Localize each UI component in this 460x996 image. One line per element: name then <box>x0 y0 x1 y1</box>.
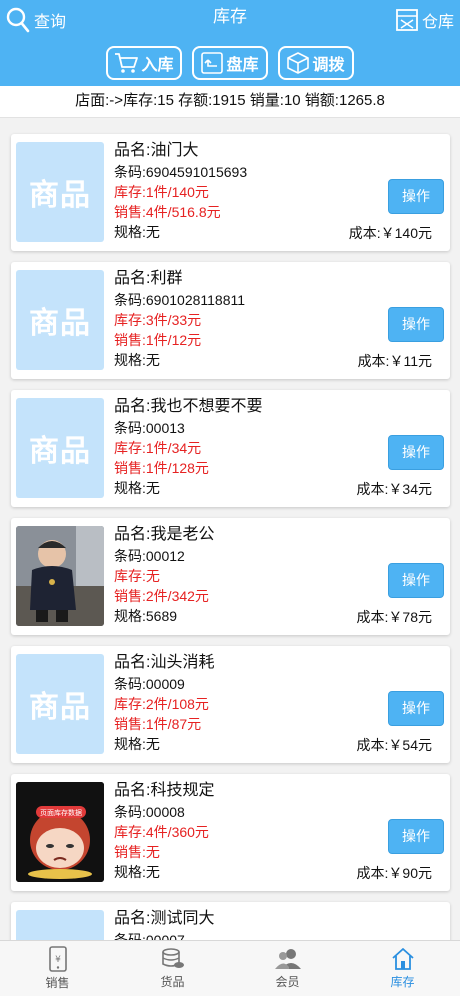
inventory-summary: 店面:->库存:15 存额:1915 销量:10 销额:1265.8 <box>0 86 460 118</box>
return-icon <box>201 52 224 74</box>
tab-sales[interactable]: ¥ 销售 <box>0 941 115 996</box>
tab-inventory-label: 库存 <box>390 975 415 989</box>
stock-in-label: 入库 <box>141 57 174 74</box>
box-icon <box>287 52 310 74</box>
action-button[interactable]: 操作 <box>388 307 444 342</box>
action-button[interactable]: 操作 <box>388 179 444 214</box>
product-photo-cartoon: 页面库存数据 <box>16 782 104 882</box>
tab-goods-label: 货品 <box>160 975 185 989</box>
action-button[interactable]: 操作 <box>388 563 444 598</box>
product-card[interactable]: 商品 品名:利群 条码:6901028118811 库存:3件/33元 销售:1… <box>11 262 450 379</box>
product-name: 品名:油门大 <box>114 142 199 159</box>
product-card[interactable]: 商品 品名:测试同大 条码:00007 <box>11 902 450 940</box>
action-button[interactable]: 操作 <box>388 819 444 854</box>
placeholder-text: 商品 <box>29 435 91 468</box>
product-name: 品名:利群 <box>114 270 183 287</box>
inventory-label: 盘库 <box>226 57 259 74</box>
product-cost: 成本:￥78元 <box>356 609 432 625</box>
stock-in-button[interactable]: 入库 <box>106 46 182 80</box>
product-cost: 成本:￥11元 <box>357 353 432 369</box>
product-placeholder-image: 商品 <box>16 910 104 940</box>
product-placeholder-image: 商品 <box>16 654 104 754</box>
tab-members[interactable]: 会员 <box>230 941 345 996</box>
page-title: 库存 <box>213 7 247 26</box>
placeholder-text: 商品 <box>29 691 91 724</box>
product-card[interactable]: 商品 品名:油门大 条码:6904591015693 库存:1件/140元 销售… <box>11 134 450 251</box>
product-name: 品名:测试同大 <box>114 910 215 927</box>
cartoon-photo-image: 页面库存数据 <box>16 782 104 882</box>
product-name: 品名:我也不想要不要 <box>114 398 263 415</box>
tab-goods[interactable]: 货品 <box>115 941 230 996</box>
action-button[interactable]: 操作 <box>388 691 444 726</box>
product-card[interactable]: 品名:我是老公 条码:00012 库存:无 销售:2件/342元 规格:5689… <box>11 518 450 635</box>
product-name: 品名:汕头消耗 <box>114 654 215 671</box>
inventory-button[interactable]: 盘库 <box>192 46 268 80</box>
product-barcode: 条码:00007 <box>114 932 185 940</box>
bottom-tab-bar: ¥ 销售 货品 会员 库存 <box>0 940 460 996</box>
top-header: 查询 库存 仓库 入库 盘库 调拨 <box>0 0 460 86</box>
cart-icon <box>115 53 139 73</box>
home-icon <box>391 948 414 970</box>
product-name: 品名:科技规定 <box>114 782 215 799</box>
product-placeholder-image: 商品 <box>16 142 104 242</box>
placeholder-text: 商品 <box>29 179 91 212</box>
members-icon <box>274 949 301 969</box>
tab-inventory[interactable]: 库存 <box>345 941 460 996</box>
child-photo-image <box>16 526 104 626</box>
product-photo-child <box>16 526 104 626</box>
product-placeholder-image: 商品 <box>16 398 104 498</box>
product-card[interactable]: 商品 品名:汕头消耗 条码:00009 库存:2件/108元 销售:1件/87元… <box>11 646 450 763</box>
tab-sales-label: 销售 <box>45 976 70 990</box>
phone-yuan-icon: ¥ <box>48 946 67 972</box>
warehouse-button[interactable]: 仓库 <box>396 6 454 34</box>
product-card[interactable]: 商品 品名:我也不想要不要 条码:00013 库存:1件/34元 销售:1件/1… <box>11 390 450 507</box>
product-placeholder-image: 商品 <box>16 270 104 370</box>
product-cost: 成本:￥54元 <box>356 737 432 753</box>
product-cost: 成本:￥140元 <box>348 225 432 241</box>
warehouse-label: 仓库 <box>421 14 454 31</box>
transfer-button[interactable]: 调拨 <box>278 46 354 80</box>
product-cost: 成本:￥34元 <box>356 481 432 497</box>
coins-stack-icon <box>161 948 184 968</box>
product-card[interactable]: 页面库存数据 品名:科技规定 条码:00008 库存:4件/360元 销售:无 … <box>11 774 450 891</box>
product-list[interactable]: 商品 品名:油门大 条码:6904591015693 库存:1件/140元 销售… <box>0 118 460 940</box>
transfer-label: 调拨 <box>312 57 345 74</box>
tab-members-label: 会员 <box>275 975 300 989</box>
placeholder-text: 商品 <box>29 307 91 340</box>
product-cost: 成本:￥90元 <box>356 865 432 881</box>
product-name: 品名:我是老公 <box>114 526 215 543</box>
warehouse-icon <box>396 9 418 31</box>
svg-text:¥: ¥ <box>55 955 61 965</box>
photo-banner-text: 页面库存数据 <box>40 808 82 817</box>
action-button[interactable]: 操作 <box>388 435 444 470</box>
